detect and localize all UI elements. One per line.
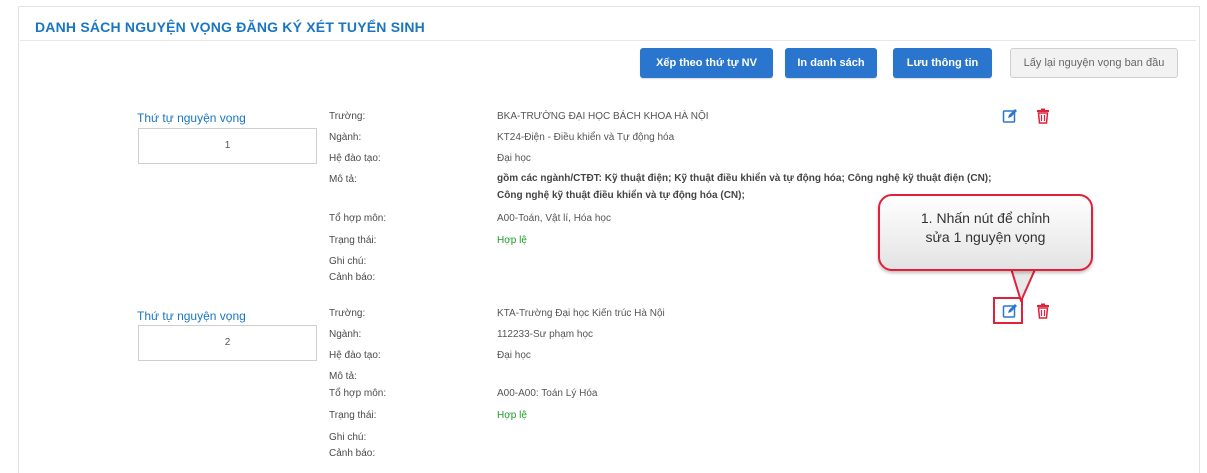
training-value: Đại học bbox=[497, 350, 531, 361]
description-label: Mô tả: bbox=[329, 371, 357, 382]
page-title: DANH SÁCH NGUYỆN VỌNG ĐĂNG KÝ XÉT TUYỂN … bbox=[35, 19, 425, 35]
subjects-value: A00-A00: Toán Lý Hóa bbox=[497, 388, 598, 399]
print-list-button[interactable]: In danh sách bbox=[785, 48, 877, 78]
warning-label: Cảnh báo: bbox=[329, 448, 376, 459]
order-input[interactable]: 2 bbox=[138, 325, 317, 361]
restore-original-button[interactable]: Lấy lại nguyện vọng ban đầu bbox=[1010, 48, 1178, 78]
title-divider bbox=[20, 40, 1196, 41]
order-input[interactable]: 1 bbox=[138, 128, 317, 164]
status-label: Trạng thái: bbox=[329, 235, 377, 246]
description-label: Mô tả: bbox=[329, 174, 357, 185]
save-info-button[interactable]: Lưu thông tin bbox=[893, 48, 992, 78]
major-label: Ngành: bbox=[329, 329, 362, 340]
subjects-label: Tổ hợp môn: bbox=[329, 388, 387, 399]
major-label: Ngành: bbox=[329, 132, 362, 143]
school-value: KTA-Trường Đại học Kiến trúc Hà Nội bbox=[497, 308, 665, 319]
major-value: KT24-Điện - Điều khiển và Tự động hóa bbox=[497, 132, 675, 143]
callout-pointer bbox=[1009, 265, 1038, 302]
delete-icon[interactable] bbox=[1035, 108, 1051, 124]
instruction-callout: 1. Nhấn nút để chỉnh sửa 1 nguyện vọng bbox=[878, 194, 1093, 271]
sort-by-order-button[interactable]: Xếp theo thứ tự NV bbox=[640, 48, 773, 78]
subjects-label: Tổ hợp môn: bbox=[329, 213, 387, 224]
major-value: 112233-Sư phạm học bbox=[497, 329, 594, 340]
callout-line-2: sửa 1 nguyện vọng bbox=[925, 229, 1046, 245]
school-value: BKA-TRƯỜNG ĐẠI HỌC BÁCH KHOA HÀ NỘI bbox=[497, 111, 709, 122]
order-label: Thứ tự nguyện vọng bbox=[137, 111, 246, 125]
training-value: Đại học bbox=[497, 153, 531, 164]
school-label: Trường: bbox=[329, 308, 366, 319]
order-label: Thứ tự nguyện vọng bbox=[137, 309, 246, 323]
training-label: Hệ đào tạo: bbox=[329, 350, 381, 361]
delete-icon[interactable] bbox=[1035, 303, 1051, 319]
note-label: Ghi chú: bbox=[329, 256, 367, 267]
edit-icon[interactable] bbox=[1002, 108, 1018, 124]
callout-line-1: 1. Nhấn nút để chỉnh bbox=[920, 210, 1051, 226]
status-value: Hợp lệ bbox=[497, 410, 527, 421]
subjects-value: A00-Toán, Vật lí, Hóa học bbox=[497, 213, 611, 224]
status-value: Hợp lệ bbox=[497, 235, 527, 246]
training-label: Hệ đào tạo: bbox=[329, 153, 381, 164]
school-label: Trường: bbox=[329, 111, 366, 122]
note-label: Ghi chú: bbox=[329, 432, 367, 443]
status-label: Trạng thái: bbox=[329, 410, 377, 421]
warning-label: Cảnh báo: bbox=[329, 272, 376, 283]
